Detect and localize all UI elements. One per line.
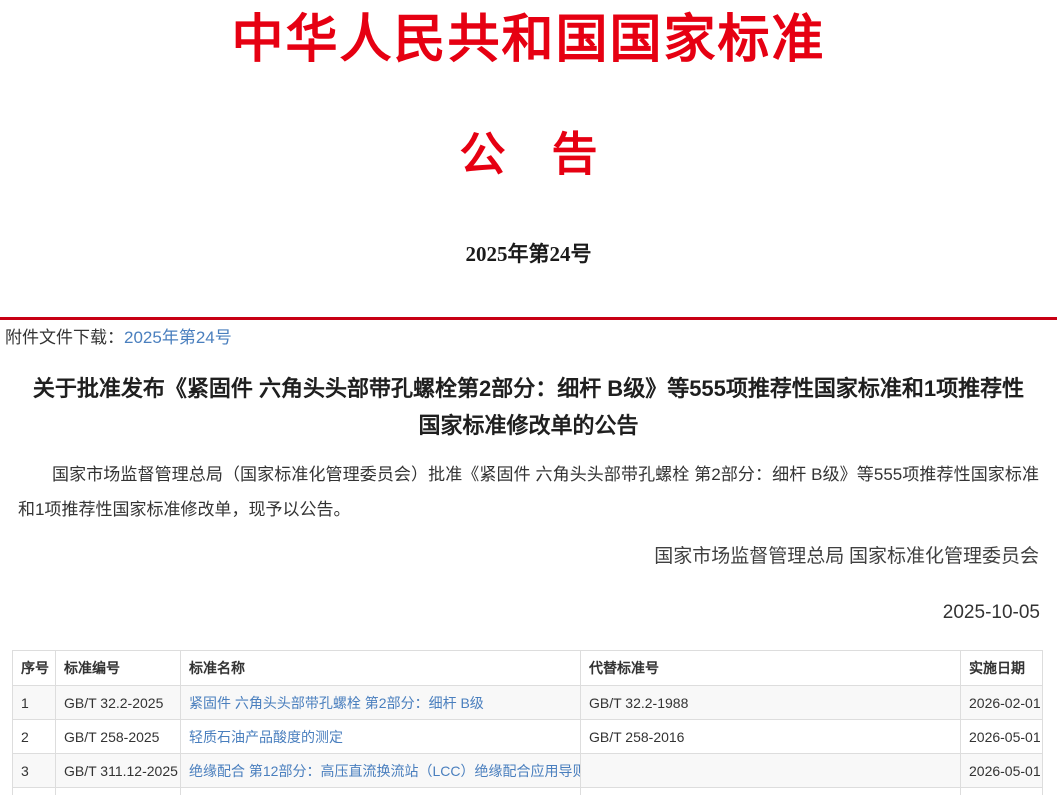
announcement-title: 关于批准发布《紧固件 六角头头部带孔螺栓第2部分：细杆 B级》等555项推荐性国… [22,370,1035,444]
table-row: 1 GB/T 32.2-2025 紧固件 六角头头部带孔螺栓 第2部分：细杆 B… [13,686,1043,720]
standards-table: 序号 标准编号 标准名称 代替标准号 实施日期 1 GB/T 32.2-2025… [12,650,1043,795]
cell-seq: 2 [13,720,56,754]
cell-code: GB/T 32.2-2025 [56,686,181,720]
table-header: 序号 标准编号 标准名称 代替标准号 实施日期 [13,651,1043,686]
cell-replaces: GB/T 382-2017 [581,788,961,795]
column-header-replaces: 代替标准号 [581,651,961,686]
attachment-download-link[interactable]: 2025年第24号 [124,328,232,347]
cell-name: 煤油和喷气燃料烟点测定法 [181,788,581,795]
cell-name: 紧固件 六角头头部带孔螺栓 第2部分：细杆 B级 [181,686,581,720]
cell-seq: 4 [13,788,56,795]
cell-seq: 1 [13,686,56,720]
table-header-row: 序号 标准编号 标准名称 代替标准号 实施日期 [13,651,1043,686]
issue-number: 2025年第24号 [0,240,1057,268]
document-page: 中华人民共和国国家标准 公 告 2025年第24号 附件文件下载：2025年第2… [0,8,1057,795]
standard-name-link[interactable]: 绝缘配合 第12部分：高压直流换流站（LCC）绝缘配合应用导则 [189,763,581,779]
cell-name: 轻质石油产品酸度的测定 [181,720,581,754]
cell-name: 绝缘配合 第12部分：高压直流换流站（LCC）绝缘配合应用导则 [181,754,581,788]
attachment-label: 附件文件下载： [5,328,124,347]
cell-replaces [581,754,961,788]
table-row: 4 GB/T 382-2025 煤油和喷气燃料烟点测定法 GB/T 382-20… [13,788,1043,795]
cell-date: 2026-05-01 [961,754,1043,788]
cell-date: 2026-02-01 [961,686,1043,720]
column-header-name: 标准名称 [181,651,581,686]
standard-name-link[interactable]: 紧固件 六角头头部带孔螺栓 第2部分：细杆 B级 [189,695,484,711]
masthead-subtitle: 公 告 [0,126,1057,184]
cell-date: 2026-05-01 [961,788,1043,795]
cell-date: 2026-05-01 [961,720,1043,754]
cell-replaces: GB/T 258-2016 [581,720,961,754]
standard-name-link[interactable]: 轻质石油产品酸度的测定 [189,729,343,745]
cell-code: GB/T 382-2025 [56,788,181,795]
cell-code: GB/T 258-2025 [56,720,181,754]
column-header-code: 标准编号 [56,651,181,686]
column-header-date: 实施日期 [961,651,1043,686]
cell-seq: 3 [13,754,56,788]
masthead-title: 中华人民共和国国家标准 [0,8,1057,74]
cell-replaces: GB/T 32.2-1988 [581,686,961,720]
attachment-bar: 附件文件下载：2025年第24号 [0,317,1057,358]
announcement-body: 国家市场监督管理总局（国家标准化管理委员会）批准《紧固件 六角头头部带孔螺栓 第… [18,457,1039,527]
column-header-seq: 序号 [13,651,56,686]
announcement-date: 2025-10-05 [0,600,1040,626]
cell-code: GB/T 311.12-2025 [56,754,181,788]
table-row: 2 GB/T 258-2025 轻质石油产品酸度的测定 GB/T 258-201… [13,720,1043,754]
signature-line: 国家市场监督管理总局 国家标准化管理委员会 [0,544,1039,570]
table-row: 3 GB/T 311.12-2025 绝缘配合 第12部分：高压直流换流站（LC… [13,754,1043,788]
